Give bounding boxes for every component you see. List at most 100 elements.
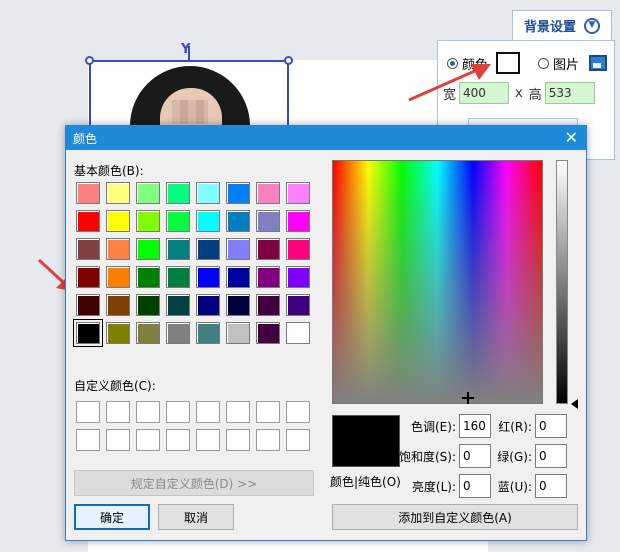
custom-color-slot[interactable] [226, 401, 250, 423]
basic-color-swatch[interactable] [286, 210, 310, 232]
custom-color-slot[interactable] [136, 429, 160, 451]
luminance-field[interactable]: 0 [459, 474, 491, 498]
resize-handle-top-left[interactable] [85, 56, 94, 65]
color-spectrum[interactable] [332, 160, 543, 404]
basic-color-swatch[interactable] [196, 210, 220, 232]
basic-color-swatch[interactable] [256, 294, 280, 316]
basic-color-swatch[interactable] [286, 182, 310, 204]
basic-color-swatch[interactable] [76, 266, 100, 288]
basic-color-swatch[interactable] [136, 266, 160, 288]
basic-color-swatch[interactable] [256, 210, 280, 232]
basic-color-swatch[interactable] [106, 322, 130, 344]
basic-colors-grid [73, 182, 310, 347]
custom-color-slot[interactable] [286, 401, 310, 423]
preview-label: 颜色|纯色(O) [330, 475, 401, 489]
red-field[interactable]: 0 [535, 414, 567, 438]
luminance-pointer-icon[interactable] [571, 399, 578, 409]
basic-color-swatch[interactable] [226, 210, 250, 232]
image-picker-icon[interactable] [589, 55, 608, 71]
ok-button[interactable]: 确定 [74, 504, 150, 530]
basic-color-swatch[interactable] [106, 294, 130, 316]
basic-color-swatch[interactable] [286, 294, 310, 316]
basic-color-swatch[interactable] [286, 238, 310, 260]
custom-color-slot[interactable] [166, 401, 190, 423]
custom-color-slot[interactable] [106, 429, 130, 451]
basic-color-swatch[interactable] [256, 322, 280, 344]
green-field[interactable]: 0 [535, 444, 567, 468]
custom-color-slot[interactable] [76, 401, 100, 423]
crosshair-icon[interactable] [462, 392, 474, 404]
blue-field[interactable]: 0 [535, 474, 567, 498]
basic-color-swatch[interactable] [226, 266, 250, 288]
custom-color-slot[interactable] [76, 429, 100, 451]
basic-color-swatch[interactable] [136, 182, 160, 204]
basic-color-swatch[interactable] [106, 210, 130, 232]
custom-color-slot[interactable] [196, 429, 220, 451]
image-radio[interactable] [538, 57, 550, 69]
define-custom-colors-button[interactable]: 规定自定义颜色(D) >> [74, 470, 314, 496]
custom-colors-label: 自定义颜色(C): [74, 379, 156, 393]
basic-color-swatch[interactable] [226, 322, 250, 344]
basic-color-swatch[interactable] [226, 182, 250, 204]
basic-color-swatch[interactable] [76, 238, 100, 260]
custom-color-slot[interactable] [286, 429, 310, 451]
basic-color-swatch[interactable] [196, 266, 220, 288]
basic-color-swatch[interactable] [226, 294, 250, 316]
basic-color-swatch[interactable] [166, 238, 190, 260]
height-field[interactable]: 533 [544, 82, 595, 104]
close-icon[interactable]: ✕ [565, 130, 578, 146]
basic-color-swatch[interactable] [76, 294, 100, 316]
basic-color-swatch[interactable] [196, 238, 220, 260]
basic-color-swatch[interactable] [76, 210, 100, 232]
basic-color-swatch[interactable] [196, 294, 220, 316]
custom-color-slot[interactable] [256, 401, 280, 423]
basic-color-swatch[interactable] [106, 182, 130, 204]
saturation-label: 饱和度(S): [398, 450, 456, 464]
luminance-slider[interactable] [556, 160, 568, 404]
green-label: 绿(G): [497, 450, 532, 464]
chevron-down-icon[interactable]: ▼ [584, 17, 600, 34]
basic-color-swatch[interactable] [166, 182, 190, 204]
basic-color-swatch[interactable] [136, 210, 160, 232]
basic-color-swatch[interactable] [136, 322, 160, 344]
custom-color-slot[interactable] [136, 401, 160, 423]
saturation-field[interactable]: 0 [459, 444, 491, 468]
basic-color-swatch[interactable] [196, 182, 220, 204]
red-label: 红(R): [498, 420, 532, 434]
basic-color-swatch[interactable] [76, 182, 100, 204]
custom-color-slot[interactable] [226, 429, 250, 451]
hue-field[interactable]: 160 [459, 414, 491, 438]
basic-color-swatch[interactable] [226, 238, 250, 260]
background-settings-title: 背景设置 [523, 20, 576, 35]
height-label: 高 [528, 87, 542, 103]
background-settings-tab[interactable]: 背景设置 ▼ [512, 10, 612, 40]
color-preview [332, 415, 400, 467]
dialog-title: 颜色 [73, 131, 98, 146]
times-sign: x [515, 85, 523, 101]
custom-color-slot[interactable] [196, 401, 220, 423]
basic-color-swatch[interactable] [166, 294, 190, 316]
add-to-custom-colors-button[interactable]: 添加到自定义颜色(A) [332, 504, 578, 530]
background-color-swatch[interactable] [496, 52, 521, 74]
rotation-handle-icon[interactable]: Y [181, 42, 190, 57]
basic-color-swatch[interactable] [166, 210, 190, 232]
basic-color-swatch[interactable] [286, 322, 310, 344]
basic-color-swatch[interactable] [106, 238, 130, 260]
custom-color-slot[interactable] [106, 401, 130, 423]
basic-color-swatch[interactable] [256, 182, 280, 204]
basic-color-swatch[interactable] [73, 319, 103, 347]
cancel-button[interactable]: 取消 [158, 504, 234, 530]
custom-colors-grid [76, 401, 310, 451]
basic-color-swatch[interactable] [136, 238, 160, 260]
basic-color-swatch[interactable] [136, 294, 160, 316]
resize-handle-top-right[interactable] [284, 56, 293, 65]
basic-color-swatch[interactable] [166, 266, 190, 288]
basic-color-swatch[interactable] [166, 322, 190, 344]
basic-color-swatch[interactable] [256, 266, 280, 288]
custom-color-slot[interactable] [256, 429, 280, 451]
basic-color-swatch[interactable] [256, 238, 280, 260]
basic-color-swatch[interactable] [286, 266, 310, 288]
basic-color-swatch[interactable] [196, 322, 220, 344]
custom-color-slot[interactable] [166, 429, 190, 451]
basic-color-swatch[interactable] [106, 266, 130, 288]
